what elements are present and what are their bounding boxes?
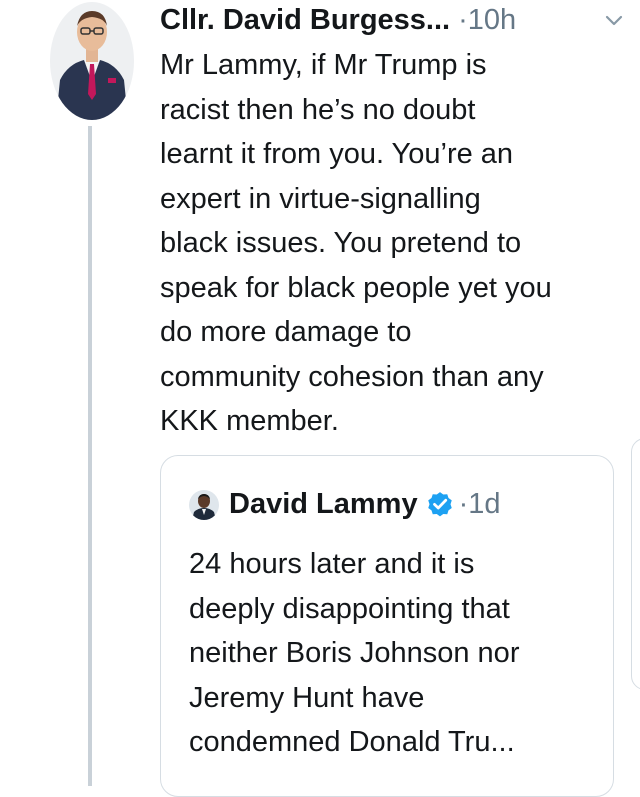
- author-avatar-image: [50, 2, 134, 120]
- author-name[interactable]: Cllr. David Burgess...: [160, 4, 450, 37]
- quoted-tweet-text-line: deeply disappointing that: [189, 592, 510, 625]
- tweet-text-line: Mr Lammy, if Mr Trump is: [160, 49, 487, 81]
- tweet-timestamp[interactable]: ·10h: [458, 4, 516, 37]
- tweet-text-line: KKK member.: [160, 405, 339, 437]
- tweet-text-line: racist then he’s no doubt: [160, 93, 476, 126]
- quoted-tweet-text-line: 24 hours later and it is: [189, 548, 475, 580]
- quoted-tweet-text-line: condemned Donald Tru...: [189, 726, 515, 758]
- quoted-tweet-text-line: Jeremy Hunt have: [189, 681, 425, 714]
- thread-connector-line: [88, 126, 92, 786]
- quoted-tweet-timestamp[interactable]: ·1d: [459, 488, 501, 521]
- adjacent-card-edge: [631, 438, 640, 690]
- tweet-text: Mr Lammy, if Mr Trump is racist then he’…: [160, 43, 630, 444]
- chevron-down-icon: [605, 15, 623, 26]
- quoted-author-avatar: [189, 490, 219, 520]
- author-avatar[interactable]: [50, 2, 134, 120]
- tweet-text-line: expert in virtue-signalling: [160, 182, 481, 215]
- tweet-text-line: community cohesion than any: [160, 360, 544, 393]
- tweet-text-line: black issues. You pretend to: [160, 227, 522, 259]
- quoted-author-name[interactable]: David Lammy: [229, 488, 418, 521]
- quoted-tweet-text: 24 hours later and it is deeply disappoi…: [189, 542, 599, 765]
- quoted-author-avatar-image: [189, 490, 219, 520]
- quoted-tweet-text-line: neither Boris Johnson nor: [189, 637, 520, 669]
- tweet-text-line: speak for black people yet you: [160, 271, 552, 304]
- verified-badge-icon: [427, 492, 452, 517]
- tweet-menu-button[interactable]: [600, 8, 628, 32]
- tweet-header: Cllr. David Burgess... ·10h: [160, 0, 516, 40]
- quoted-tweet-header: David Lammy ·1d: [229, 483, 501, 525]
- tweet-text-line: learnt it from you. You’re an: [160, 138, 514, 170]
- quoted-tweet-card[interactable]: David Lammy ·1d 24 hours later and it is…: [160, 455, 614, 797]
- tweet-text-line: do more damage to: [160, 316, 412, 348]
